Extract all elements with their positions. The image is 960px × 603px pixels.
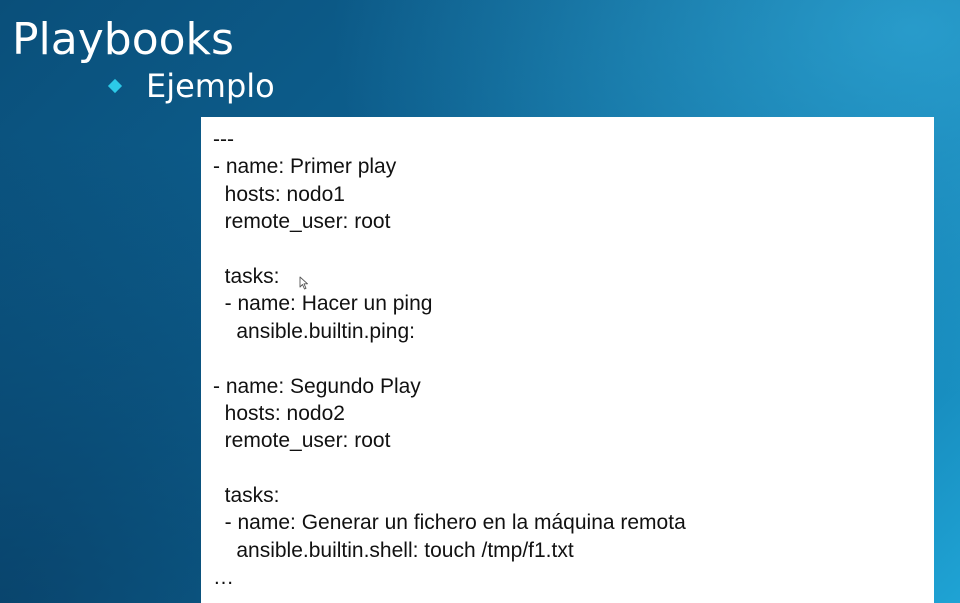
code-line: … — [213, 566, 234, 590]
code-line: - name: Generar un fichero en la máquina… — [213, 511, 686, 535]
code-line: - name: Hacer un ping — [213, 292, 433, 316]
code-block: --- - name: Primer play hosts: nodo1 remo… — [201, 117, 934, 603]
code-line: ansible.builtin.shell: touch /tmp/f1.txt — [213, 538, 574, 562]
mouse-pointer-icon — [299, 276, 308, 290]
code-line: tasks: — [213, 484, 280, 508]
diamond-bullet-icon — [107, 78, 123, 94]
bullet-text: Ejemplo — [146, 67, 275, 105]
code-line: remote_user: root — [213, 210, 391, 234]
code-line: ansible.builtin.ping: — [213, 319, 415, 343]
code-line: hosts: nodo2 — [213, 401, 345, 425]
code-line: hosts: nodo1 — [213, 182, 345, 206]
code-line: - name: Primer play — [213, 155, 397, 179]
bullet-row: Ejemplo — [107, 64, 275, 108]
code-line: - name: Segundo Play — [213, 374, 421, 398]
slide: Playbooks Ejemplo --- - name: Primer play… — [0, 0, 960, 603]
code-line: remote_user: root — [213, 429, 391, 453]
code-line: tasks: — [213, 264, 280, 288]
slide-title: Playbooks — [12, 14, 234, 65]
code-line: --- — [213, 128, 234, 151]
